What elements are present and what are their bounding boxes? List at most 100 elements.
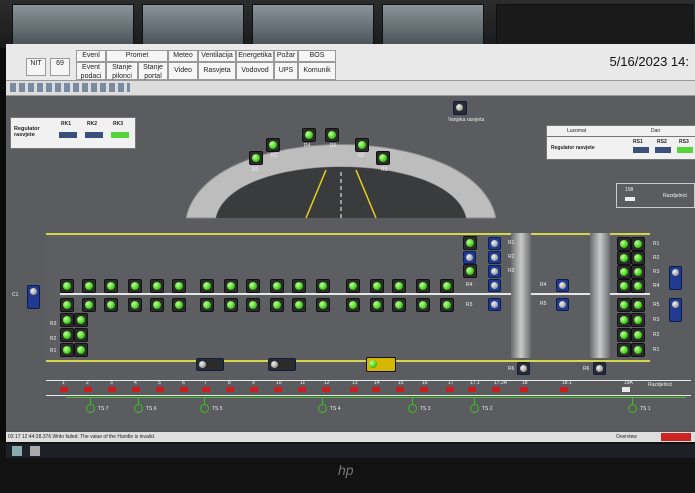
ts-transformer-icon[interactable] bbox=[470, 404, 479, 413]
menu-komunik[interactable]: Komunik bbox=[298, 62, 336, 80]
tube-lamp[interactable] bbox=[224, 298, 238, 312]
tube-lamp[interactable] bbox=[270, 298, 284, 312]
right-stack-lamp[interactable] bbox=[631, 251, 645, 265]
ts-transformer-icon[interactable] bbox=[86, 404, 95, 413]
menu-stanje-pilonci[interactable]: Stanje pilonci bbox=[106, 62, 138, 80]
mid-lamp-off[interactable] bbox=[488, 251, 501, 264]
tube-lamp[interactable] bbox=[316, 298, 330, 312]
section-indicator[interactable] bbox=[156, 387, 164, 392]
ts-transformer-icon[interactable] bbox=[318, 404, 327, 413]
section-indicator[interactable] bbox=[202, 387, 210, 392]
tube-lamp[interactable] bbox=[104, 279, 118, 293]
rk2-button[interactable] bbox=[85, 132, 103, 138]
bottom-lamp-pair[interactable] bbox=[196, 358, 224, 371]
tube-lamp[interactable] bbox=[200, 298, 214, 312]
tube-lamp[interactable] bbox=[172, 298, 186, 312]
mid-lamp-off[interactable] bbox=[488, 279, 501, 292]
mid-lamp-off[interactable] bbox=[463, 251, 476, 264]
right-stack-lamp[interactable] bbox=[617, 343, 631, 357]
right-stack-lamp[interactable] bbox=[617, 298, 631, 312]
tube-lamp[interactable] bbox=[292, 298, 306, 312]
tube-lamp[interactable] bbox=[82, 298, 96, 312]
section-indicator[interactable] bbox=[622, 387, 630, 392]
section-indicator[interactable] bbox=[250, 387, 258, 392]
left-stack-lamp[interactable] bbox=[74, 313, 88, 327]
tube-lamp[interactable] bbox=[370, 279, 384, 293]
toolbar-icons[interactable] bbox=[10, 83, 130, 92]
portal-lamp[interactable] bbox=[376, 151, 390, 165]
tube-lamp[interactable] bbox=[346, 298, 360, 312]
right-stack-lamp[interactable] bbox=[631, 237, 645, 251]
section-indicator[interactable] bbox=[520, 387, 528, 392]
menu-button-69[interactable]: 69 bbox=[50, 58, 70, 76]
tube-lamp[interactable] bbox=[104, 298, 118, 312]
tube-lamp[interactable] bbox=[172, 279, 186, 293]
tube-lamp[interactable] bbox=[392, 298, 406, 312]
section-indicator[interactable] bbox=[420, 387, 428, 392]
menu-bos[interactable]: BOS bbox=[298, 50, 336, 62]
taskbar-icon[interactable] bbox=[12, 446, 22, 456]
section-indicator[interactable] bbox=[84, 387, 92, 392]
left-stack-lamp[interactable] bbox=[60, 343, 74, 357]
bottom-lamp-pair[interactable] bbox=[268, 358, 296, 371]
box-198-indicator[interactable] bbox=[625, 197, 635, 201]
left-stack-lamp[interactable] bbox=[60, 313, 74, 327]
rk1-button[interactable] bbox=[59, 132, 77, 138]
right-end-lamp[interactable] bbox=[669, 298, 682, 322]
ts-transformer-icon[interactable] bbox=[628, 404, 637, 413]
section-indicator[interactable] bbox=[180, 387, 188, 392]
tube-lamp[interactable] bbox=[246, 279, 260, 293]
left-stack-lamp[interactable] bbox=[74, 343, 88, 357]
menu-stanje-portal[interactable]: Stanje portal bbox=[138, 62, 168, 80]
section-indicator[interactable] bbox=[350, 387, 358, 392]
right-stack-lamp[interactable] bbox=[617, 328, 631, 342]
right-stack-lamp[interactable] bbox=[631, 279, 645, 293]
menu-ups[interactable]: UPS bbox=[274, 62, 298, 80]
right-stack-lamp[interactable] bbox=[617, 265, 631, 279]
section-indicator[interactable] bbox=[396, 387, 404, 392]
tube-lamp[interactable] bbox=[292, 279, 306, 293]
menu-rasvjeta[interactable]: Rasvjeta bbox=[198, 62, 236, 80]
menu-pozar[interactable]: Požar bbox=[274, 50, 298, 62]
right-stack-lamp[interactable] bbox=[617, 279, 631, 293]
right-stack-lamp[interactable] bbox=[631, 313, 645, 327]
tube-lamp[interactable] bbox=[440, 298, 454, 312]
section-indicator[interactable] bbox=[132, 387, 140, 392]
right-stack-lamp[interactable] bbox=[617, 237, 631, 251]
tube-lamp[interactable] bbox=[150, 298, 164, 312]
tube-lamp[interactable] bbox=[60, 298, 74, 312]
tube-lamp[interactable] bbox=[440, 279, 454, 293]
section-indicator[interactable] bbox=[468, 387, 476, 392]
mid-lamp-off[interactable] bbox=[488, 265, 501, 278]
mid-lamp[interactable] bbox=[463, 264, 477, 278]
tube-lamp[interactable] bbox=[270, 279, 284, 293]
portal-lamp[interactable] bbox=[302, 128, 316, 142]
mid-lamp-off[interactable] bbox=[488, 298, 501, 311]
section-indicator[interactable] bbox=[298, 387, 306, 392]
bottom-lamp-pair-on[interactable] bbox=[366, 357, 396, 372]
right-stack-lamp[interactable] bbox=[631, 298, 645, 312]
menu-event[interactable]: Evenl bbox=[76, 50, 106, 62]
tube-lamp[interactable] bbox=[128, 279, 142, 293]
ts-transformer-icon[interactable] bbox=[408, 404, 417, 413]
tube-lamp[interactable] bbox=[246, 298, 260, 312]
right-stack-lamp[interactable] bbox=[617, 251, 631, 265]
tube-lamp[interactable] bbox=[370, 298, 384, 312]
mid-lamp-off[interactable] bbox=[556, 279, 569, 292]
portal-lamp[interactable] bbox=[249, 151, 263, 165]
portal-lamp[interactable] bbox=[325, 128, 339, 142]
tube-lamp[interactable] bbox=[60, 279, 74, 293]
menu-promet[interactable]: Promet bbox=[106, 50, 168, 62]
portal-lamp[interactable] bbox=[266, 138, 280, 152]
menu-energetika[interactable]: Energetika bbox=[236, 50, 274, 62]
menu-event-podaci[interactable]: Event podaci bbox=[76, 62, 106, 80]
rs3-button[interactable] bbox=[677, 147, 693, 153]
menu-ventilacija[interactable]: Ventilacija bbox=[198, 50, 236, 62]
tube-lamp[interactable] bbox=[346, 279, 360, 293]
ts-transformer-icon[interactable] bbox=[200, 404, 209, 413]
c1-lamp[interactable] bbox=[27, 285, 40, 309]
bottom-lamp-r6[interactable] bbox=[593, 362, 606, 375]
vanjska-rasvjeta-lamp[interactable] bbox=[453, 101, 467, 115]
bottom-lamp-r6[interactable] bbox=[517, 362, 530, 375]
tube-lamp[interactable] bbox=[128, 298, 142, 312]
